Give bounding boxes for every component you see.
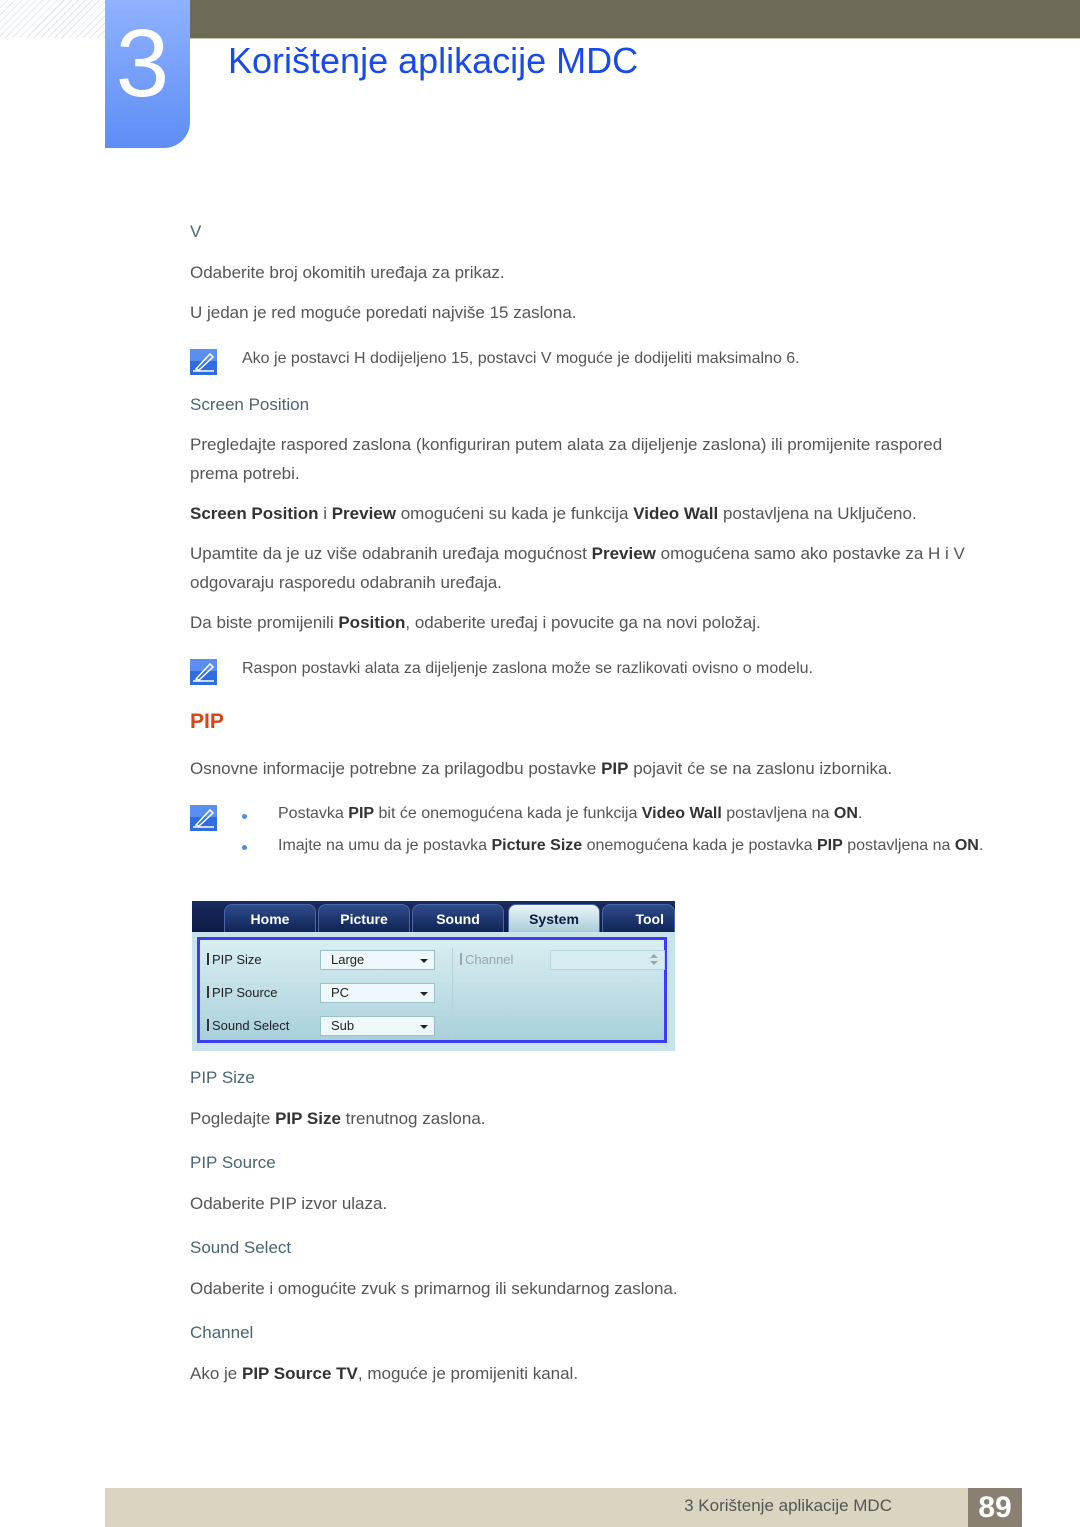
bullet-dot <box>242 845 247 850</box>
mdc-tab-bar: Home Picture Sound System Tool <box>192 901 675 932</box>
tab-home[interactable]: Home <box>224 904 316 932</box>
header-hatch-decoration <box>0 0 105 38</box>
note-text-1: Ako je postavci H dodijeljeno 15, postav… <box>242 350 800 367</box>
panel-divider <box>452 948 453 1038</box>
chapter-number-badge: 3 <box>105 0 190 148</box>
screen-position-paragraph-2: Screen Position i Preview omogućeni su k… <box>190 504 917 523</box>
v-paragraph-2: U jedan je red moguće poredati najviše 1… <box>190 303 577 322</box>
header-bar <box>190 0 1080 38</box>
pip-source-paragraph: Odaberite PIP izvor ulaza. <box>190 1194 388 1213</box>
sound-select-label: Sound Select <box>207 1018 289 1033</box>
note-icon <box>190 805 217 831</box>
channel-heading: Channel <box>190 1323 254 1342</box>
tab-system[interactable]: System <box>508 904 600 932</box>
sound-select-paragraph: Odaberite i omogućite zvuk s primarnog i… <box>190 1279 678 1298</box>
note-icon <box>190 349 217 375</box>
tab-tool[interactable]: Tool <box>602 904 675 932</box>
chapter-number: 3 <box>115 10 170 117</box>
chevron-down-icon <box>420 992 428 996</box>
pip-heading: PIP <box>190 710 224 733</box>
mdc-pip-panel: Home Picture Sound System Tool PIP Size … <box>192 901 675 1051</box>
pip-source-select[interactable]: PC <box>320 983 435 1003</box>
chevron-down-icon <box>420 1025 428 1029</box>
sound-select-value: Sub <box>331 1018 355 1033</box>
footer-chapter-title: 3 Korištenje aplikacije MDC <box>684 1496 892 1515</box>
channel-label: Channel <box>460 952 513 967</box>
v-heading: V <box>190 222 202 241</box>
page-number: 89 <box>968 1488 1022 1527</box>
pip-intro-paragraph: Osnovne informacije potrebne za prilagod… <box>190 759 893 778</box>
channel-paragraph: Ako je PIP Source TV, moguće je promijen… <box>190 1364 579 1383</box>
bullet-dot <box>242 814 247 819</box>
pip-size-heading: PIP Size <box>190 1068 255 1087</box>
screen-position-paragraph-4: Da biste promijenili Position, odaberite… <box>190 613 761 632</box>
chevron-down-icon <box>420 959 428 963</box>
bullet-item-2: Imajte na umu da je postavka Picture Siz… <box>278 837 984 854</box>
v-paragraph-1: Odaberite broj okomitih uređaja za prika… <box>190 263 505 282</box>
page-footer: 3 Korištenje aplikacije MDC <box>105 1488 1022 1527</box>
screen-position-paragraph-1: Pregledajte raspored zaslona (konfigurir… <box>190 435 943 483</box>
pip-settings-frame: PIP Size Large PIP Source PC Sound Selec… <box>197 937 667 1043</box>
spin-down-icon <box>650 961 658 965</box>
pip-source-heading: PIP Source <box>190 1153 276 1172</box>
note-text-2: Raspon postavki alata za dijeljenje zasl… <box>242 660 813 677</box>
channel-spinbox[interactable] <box>550 950 665 970</box>
header-rule <box>190 38 1080 39</box>
pip-source-label: PIP Source <box>207 985 278 1000</box>
tab-picture[interactable]: Picture <box>318 904 410 932</box>
pip-size-label: PIP Size <box>207 952 262 967</box>
note-icon <box>190 659 217 685</box>
pip-size-select[interactable]: Large <box>320 950 435 970</box>
pip-size-paragraph: Pogledajte PIP Size trenutnog zaslona. <box>190 1109 486 1128</box>
tab-sound[interactable]: Sound <box>412 904 504 932</box>
pip-size-value: Large <box>331 952 365 967</box>
pip-source-value: PC <box>331 985 350 1000</box>
sound-select-heading: Sound Select <box>190 1238 292 1257</box>
spin-up-icon <box>650 954 658 958</box>
bullet-item-1: Postavka PIP bit će onemogućena kada je … <box>278 805 863 822</box>
screen-position-paragraph-3: Upamtite da je uz više odabranih uređaja… <box>190 544 965 592</box>
chapter-title: Korištenje aplikacije MDC <box>228 40 639 81</box>
sound-select-select[interactable]: Sub <box>320 1016 435 1036</box>
screen-position-heading: Screen Position <box>190 395 310 414</box>
